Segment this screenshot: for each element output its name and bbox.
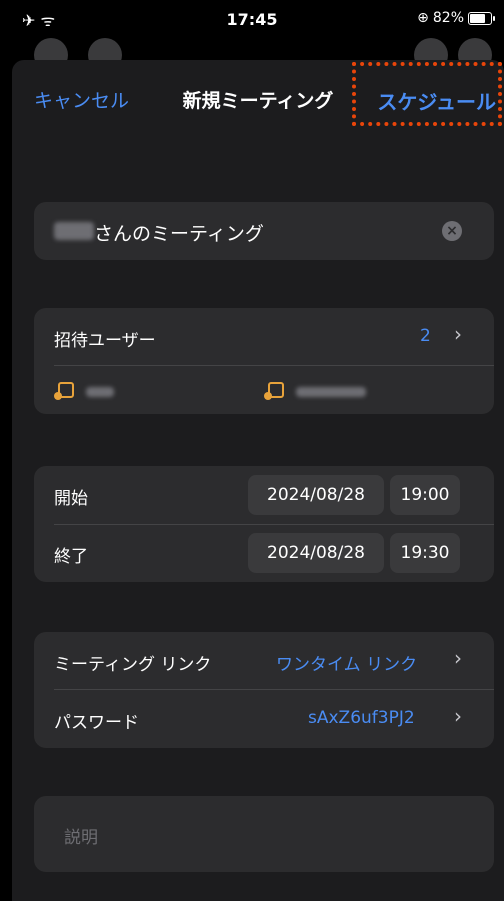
invitees-card: 招待ユーザー 2 › [34, 308, 494, 414]
redacted-name [54, 222, 94, 240]
redacted-invitee-1 [86, 387, 114, 397]
battery-fill [470, 13, 486, 23]
meeting-title-field[interactable]: さんのミーティング × [34, 202, 494, 260]
battery-status: ⊕ 82% [417, 10, 495, 26]
invitees-label: 招待ユーザー [54, 331, 156, 351]
description-field[interactable]: 説明 [34, 796, 494, 872]
link-card: ミーティング リンク ワンタイム リンク › パスワード sAxZ6uf3PJ2… [34, 632, 494, 748]
invitee-1 [54, 382, 74, 402]
meeting-link-label: ミーティング リンク [54, 655, 212, 675]
highlight-box [352, 62, 502, 126]
invitees-row[interactable]: 招待ユーザー 2 › [34, 308, 494, 364]
start-date-picker[interactable]: 2024/08/28 [248, 475, 384, 515]
calendar-dot [54, 392, 62, 400]
end-date-picker[interactable]: 2024/08/28 [248, 533, 384, 573]
meeting-title-input[interactable]: さんのミーティング [94, 219, 264, 246]
password-row[interactable]: パスワード sAxZ6uf3PJ2 › [34, 690, 494, 748]
divider [54, 365, 494, 366]
invitee-2 [264, 382, 284, 402]
description-placeholder: 説明 [64, 828, 98, 848]
password-label: パスワード [54, 713, 139, 733]
invitees-count: 2 [420, 326, 431, 346]
meeting-link-row[interactable]: ミーティング リンク ワンタイム リンク › [34, 632, 494, 688]
calendar-dot [264, 392, 272, 400]
x-circle-icon[interactable]: × [442, 221, 462, 241]
chevron-right-icon: › [454, 646, 462, 670]
chevron-right-icon: › [454, 704, 462, 728]
password-value: sAxZ6uf3PJ2 [308, 708, 415, 728]
divider [54, 524, 494, 525]
orientation-lock-icon: ⊕ [417, 10, 429, 26]
start-label: 開始 [54, 489, 88, 509]
start-time-picker[interactable]: 19:00 [390, 475, 460, 515]
end-label: 終了 [54, 547, 88, 567]
schedule-card: 開始 2024/08/28 19:00 終了 2024/08/28 19:30 [34, 466, 494, 582]
battery-percentage: 82% [432, 10, 464, 26]
meeting-link-value: ワンタイム リンク [276, 655, 418, 675]
end-time-picker[interactable]: 19:30 [390, 533, 460, 573]
chevron-right-icon: › [454, 322, 462, 346]
status-bar: ✈ ᯤ 17:45 ⊕ 82% [0, 0, 504, 40]
redacted-invitee-2 [296, 387, 366, 397]
battery-icon [468, 11, 495, 25]
